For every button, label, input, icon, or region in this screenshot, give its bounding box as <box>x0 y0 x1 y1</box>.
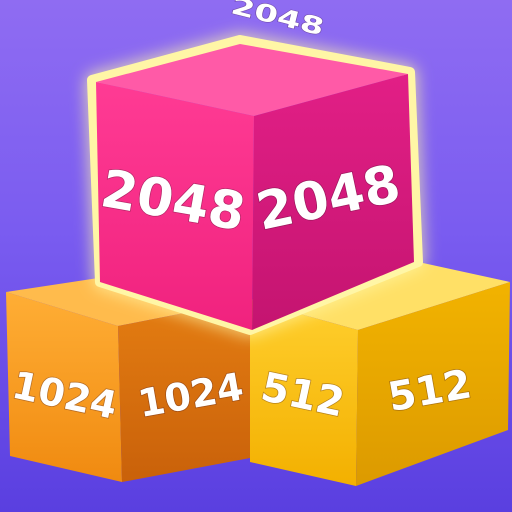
cube-stack-illustration: 1024 1024 512 512 2048 2048 2048 <box>6 0 510 486</box>
cube-2048[interactable]: 2048 2048 2048 <box>87 0 423 335</box>
game-scene: 1024 1024 512 512 2048 2048 2048 <box>0 0 512 512</box>
cube-2048-top-label: 2048 <box>228 0 326 41</box>
